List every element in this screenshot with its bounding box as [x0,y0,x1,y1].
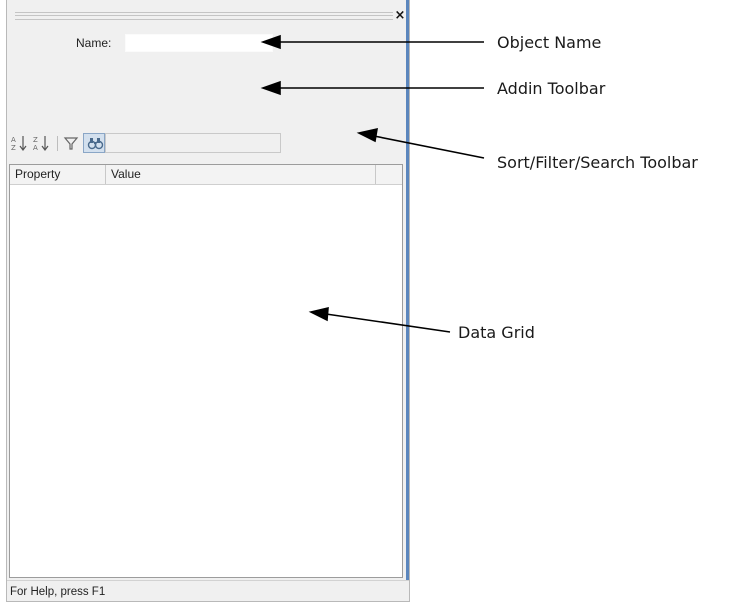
callout-addin-toolbar: Addin Toolbar [497,79,606,98]
properties-panel: × Name: A Z Z A Property Value For Help,… [6,0,410,602]
search-input[interactable] [105,133,281,153]
svg-text:A: A [33,144,38,152]
panel-drag-gripper[interactable] [15,12,393,20]
search-button[interactable] [83,133,105,153]
grid-header: Property Value [10,165,402,185]
toolbar-separator [57,136,58,151]
callout-object-name: Object Name [497,33,602,52]
callout-sort-filter-search: Sort/Filter/Search Toolbar [497,153,698,172]
sort-descending-icon[interactable]: Z A [33,134,51,152]
filter-icon[interactable] [63,134,79,152]
addin-toolbar [15,70,395,110]
binoculars-icon [86,134,104,152]
sort-filter-search-toolbar: A Z Z A [9,131,404,157]
callout-data-grid: Data Grid [458,323,535,342]
data-grid[interactable]: Property Value [9,164,403,578]
sort-ascending-icon[interactable]: A Z [11,134,29,152]
svg-text:A: A [11,136,16,144]
svg-text:Z: Z [11,144,16,152]
object-name-field[interactable] [125,34,273,52]
column-header-value[interactable]: Value [106,165,376,184]
column-header-property[interactable]: Property [10,165,106,184]
column-header-extra [376,165,402,184]
status-bar: For Help, press F1 [7,580,409,601]
close-button[interactable]: × [393,9,407,23]
svg-text:Z: Z [33,136,38,144]
name-label: Name: [76,36,112,50]
panel-border [406,0,409,601]
